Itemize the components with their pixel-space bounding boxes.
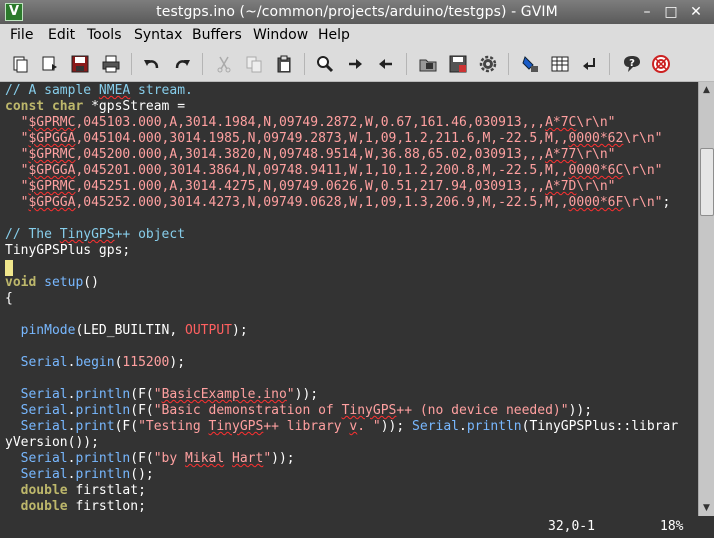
- svg-text:?: ?: [629, 58, 635, 69]
- code-line: Serial.println(F("Basic demonstration of…: [20, 403, 593, 418]
- code-line: "$GPRMC,045200.000,A,3014.3820,N,09748.9…: [5, 147, 616, 162]
- code-line: "$GPRMC,045251.000,A,3014.4275,N,09749.0…: [5, 179, 616, 194]
- code-line: "$GPRMC,045103.000,A,3014.1984,N,09749.2…: [5, 115, 616, 130]
- run-script-icon[interactable]: [479, 55, 497, 73]
- shell-icon[interactable]: [551, 55, 569, 73]
- code-line: Serial.print(F("Testing TinyGPS++ librar…: [20, 419, 679, 434]
- cursor-position: 32,0-1: [548, 519, 595, 534]
- code-line: Serial.println();: [20, 467, 154, 482]
- menu-bar: File Edit Tools Syntax Buffers Window He…: [0, 24, 714, 46]
- menu-file[interactable]: File: [10, 26, 33, 44]
- scroll-down-arrow-icon[interactable]: ▼: [699, 500, 714, 516]
- status-line: 32,0-1 18%: [0, 516, 714, 538]
- toolbar: ?: [0, 46, 714, 82]
- scroll-up-arrow-icon[interactable]: ▲: [699, 82, 714, 98]
- window-title: testgps.ino (~/common/projects/arduino/t…: [156, 4, 558, 20]
- undo-icon[interactable]: [143, 55, 161, 73]
- code-line: "$GPGGA,045104.000,3014.1985,N,09749.287…: [5, 131, 663, 146]
- paste-icon[interactable]: [275, 55, 293, 73]
- scroll-percent: 18%: [660, 519, 684, 534]
- code-line: {: [5, 291, 13, 306]
- menu-syntax[interactable]: Syntax: [134, 26, 182, 44]
- menu-tools[interactable]: Tools: [87, 26, 122, 44]
- maximize-button[interactable]: □: [662, 3, 680, 21]
- save-all-icon[interactable]: [71, 55, 89, 73]
- code-line: double firstlon;: [20, 499, 146, 514]
- code-line: TinyGPSPlus gps;: [5, 243, 131, 258]
- redo-icon[interactable]: [173, 55, 191, 73]
- title-bar[interactable]: V testgps.ino (~/common/projects/arduino…: [0, 0, 714, 24]
- code-line: // The TinyGPS++ object: [5, 227, 186, 242]
- vertical-scrollbar[interactable]: ▲ ▼: [698, 82, 714, 516]
- save-icon[interactable]: [41, 55, 59, 73]
- code-line: "$GPGGA,045252.000,3014.4273,N,09749.062…: [5, 195, 671, 210]
- copy-icon[interactable]: [245, 55, 263, 73]
- close-button[interactable]: ✕: [687, 3, 705, 21]
- code-line: Serial.println(F("BasicExample.ino"));: [20, 387, 319, 402]
- save-session-icon[interactable]: [449, 55, 467, 73]
- code-line: const char *gpsStream =: [5, 99, 186, 114]
- text-cursor: [5, 260, 13, 276]
- menu-window[interactable]: Window: [253, 26, 308, 44]
- code-line: Serial.println(F("by Mikal Hart"));: [20, 451, 295, 466]
- print-icon[interactable]: [102, 55, 120, 73]
- open-icon[interactable]: [11, 55, 29, 73]
- cut-icon[interactable]: [215, 55, 233, 73]
- code-line: double firstlat;: [20, 483, 146, 498]
- menu-help[interactable]: Help: [318, 26, 350, 44]
- find-help-icon[interactable]: [652, 55, 670, 73]
- code-line: Serial.begin(115200);: [20, 355, 186, 370]
- menu-edit[interactable]: Edit: [48, 26, 75, 44]
- text-editor[interactable]: // A sample NMEA stream. const char *gps…: [0, 82, 698, 516]
- scrollbar-thumb[interactable]: [700, 148, 714, 216]
- code-line: // A sample NMEA stream.: [5, 83, 193, 98]
- make-icon[interactable]: [521, 55, 539, 73]
- find-previous-icon[interactable]: [377, 55, 395, 73]
- help-icon[interactable]: ?: [623, 55, 641, 73]
- menu-buffers[interactable]: Buffers: [192, 26, 242, 44]
- minimize-button[interactable]: –: [638, 3, 656, 21]
- load-session-icon[interactable]: [419, 55, 437, 73]
- code-line: yVersion());: [5, 435, 99, 450]
- code-line: pinMode(LED_BUILTIN, OUTPUT);: [20, 323, 248, 338]
- find-next-icon[interactable]: [346, 55, 364, 73]
- find-icon[interactable]: [316, 55, 334, 73]
- code-line: void setup(): [5, 275, 99, 290]
- code-line: "$GPGGA,045201.000,3014.3864,N,09748.941…: [5, 163, 663, 178]
- run-ctags-icon[interactable]: [581, 55, 599, 73]
